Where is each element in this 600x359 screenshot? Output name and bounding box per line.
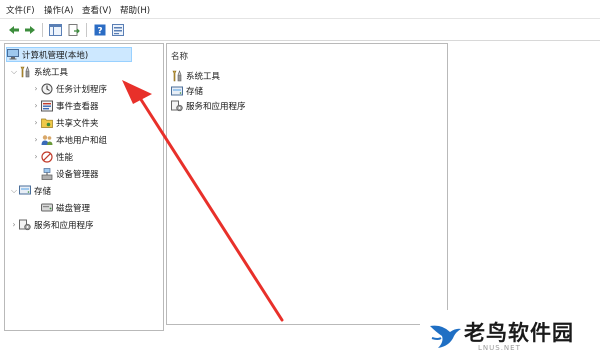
- tree-node-label: 事件查看器: [56, 101, 99, 112]
- menu-file[interactable]: 文件(F): [6, 4, 35, 16]
- watermark: 老鸟软件园 LNUS.NET: [420, 310, 600, 359]
- list-item-services-applications[interactable]: 服务和应用程序: [171, 99, 246, 113]
- back-arrow-icon[interactable]: [6, 22, 21, 37]
- services-icon: [171, 100, 183, 112]
- chevron-down-icon[interactable]: ⌵: [9, 186, 19, 196]
- tree-node-task-scheduler[interactable]: › 任务计划程序: [31, 81, 107, 96]
- details-list: 名称 系统工具 存储 服务和应用程序: [166, 43, 448, 325]
- menu-action[interactable]: 操作(A): [44, 4, 73, 16]
- list-item-label: 存储: [186, 87, 204, 97]
- tree-node-label: 存储: [34, 186, 52, 197]
- chevron-right-icon[interactable]: ›: [31, 118, 41, 127]
- tree-node-label: 设备管理器: [56, 169, 99, 180]
- toolbar-separator: [86, 23, 87, 37]
- tree-node-label: 性能: [56, 152, 74, 163]
- device-manager-icon: [41, 167, 53, 180]
- tools-icon: [19, 65, 31, 78]
- tree-root-label: 计算机管理(本地): [22, 50, 89, 61]
- clock-icon: [41, 83, 53, 95]
- chevron-right-icon[interactable]: ›: [31, 84, 41, 93]
- storage-icon: [171, 85, 183, 97]
- toolbar-separator: [42, 23, 43, 37]
- services-icon: [19, 219, 31, 231]
- watermark-text: 老鸟软件园: [464, 321, 574, 345]
- chevron-down-icon[interactable]: ⌵: [9, 67, 19, 77]
- event-viewer-icon: [41, 100, 53, 112]
- tree-node-performance[interactable]: › 性能: [31, 149, 73, 164]
- tree-node-label: 服务和应用程序: [34, 220, 94, 231]
- forward-arrow-icon[interactable]: [22, 22, 37, 37]
- column-header-name[interactable]: 名称: [171, 50, 188, 62]
- svg-text:?: ?: [97, 26, 102, 36]
- list-item-storage[interactable]: 存储: [171, 84, 203, 98]
- disk-icon: [41, 202, 53, 214]
- storage-icon: [19, 185, 31, 197]
- tree-node-device-manager[interactable]: 设备管理器: [41, 166, 99, 181]
- list-item-label: 服务和应用程序: [186, 102, 246, 112]
- list-item-system-tools[interactable]: 系统工具: [171, 69, 220, 83]
- menu-help[interactable]: 帮助(H): [120, 4, 150, 16]
- chevron-right-icon[interactable]: ›: [9, 220, 19, 229]
- tree-node-services-applications[interactable]: › 服务和应用程序: [9, 217, 94, 232]
- toolbar: ?: [0, 19, 600, 41]
- properties-icon[interactable]: [110, 22, 125, 37]
- menu-view[interactable]: 查看(V): [82, 4, 111, 16]
- tree-node-system-tools[interactable]: ⌵ 系统工具: [9, 64, 68, 79]
- bird-logo-icon: [430, 325, 461, 348]
- tree-node-label: 系统工具: [34, 67, 69, 78]
- tree-node-shared-folders[interactable]: › 共享文件夹: [31, 115, 99, 130]
- tree-node-label: 磁盘管理: [56, 203, 91, 214]
- watermark-url: LNUS.NET: [478, 344, 521, 352]
- tree-node-label: 任务计划程序: [56, 84, 108, 95]
- show-hide-tree-icon[interactable]: [48, 22, 63, 37]
- tree-root-computer-management[interactable]: 计算机管理(本地): [6, 47, 132, 62]
- tree-node-label: 本地用户和组: [56, 135, 108, 146]
- chevron-right-icon[interactable]: ›: [31, 101, 41, 110]
- menu-bar: 文件(F) 操作(A) 查看(V) 帮助(H): [0, 0, 600, 19]
- export-list-icon[interactable]: [66, 22, 81, 37]
- shared-folder-icon: [41, 117, 53, 129]
- tree-node-event-viewer[interactable]: › 事件查看器: [31, 98, 99, 113]
- tools-icon: [171, 70, 183, 82]
- users-icon: [41, 134, 53, 146]
- list-item-label: 系统工具: [186, 72, 221, 82]
- computer-management-icon: [7, 49, 19, 61]
- chevron-right-icon[interactable]: ›: [31, 152, 41, 161]
- help-icon[interactable]: ?: [92, 22, 107, 37]
- performance-icon: [41, 150, 53, 163]
- navigation-tree: 计算机管理(本地) ⌵ 系统工具 › 任务计划程序 › 事件查看器 › 共享文件…: [4, 43, 164, 331]
- tree-node-disk-management[interactable]: 磁盘管理: [41, 200, 90, 215]
- tree-node-local-users-groups[interactable]: › 本地用户和组: [31, 132, 107, 147]
- tree-node-label: 共享文件夹: [56, 118, 99, 129]
- tree-node-storage[interactable]: ⌵ 存储: [9, 183, 51, 198]
- chevron-right-icon[interactable]: ›: [31, 135, 41, 144]
